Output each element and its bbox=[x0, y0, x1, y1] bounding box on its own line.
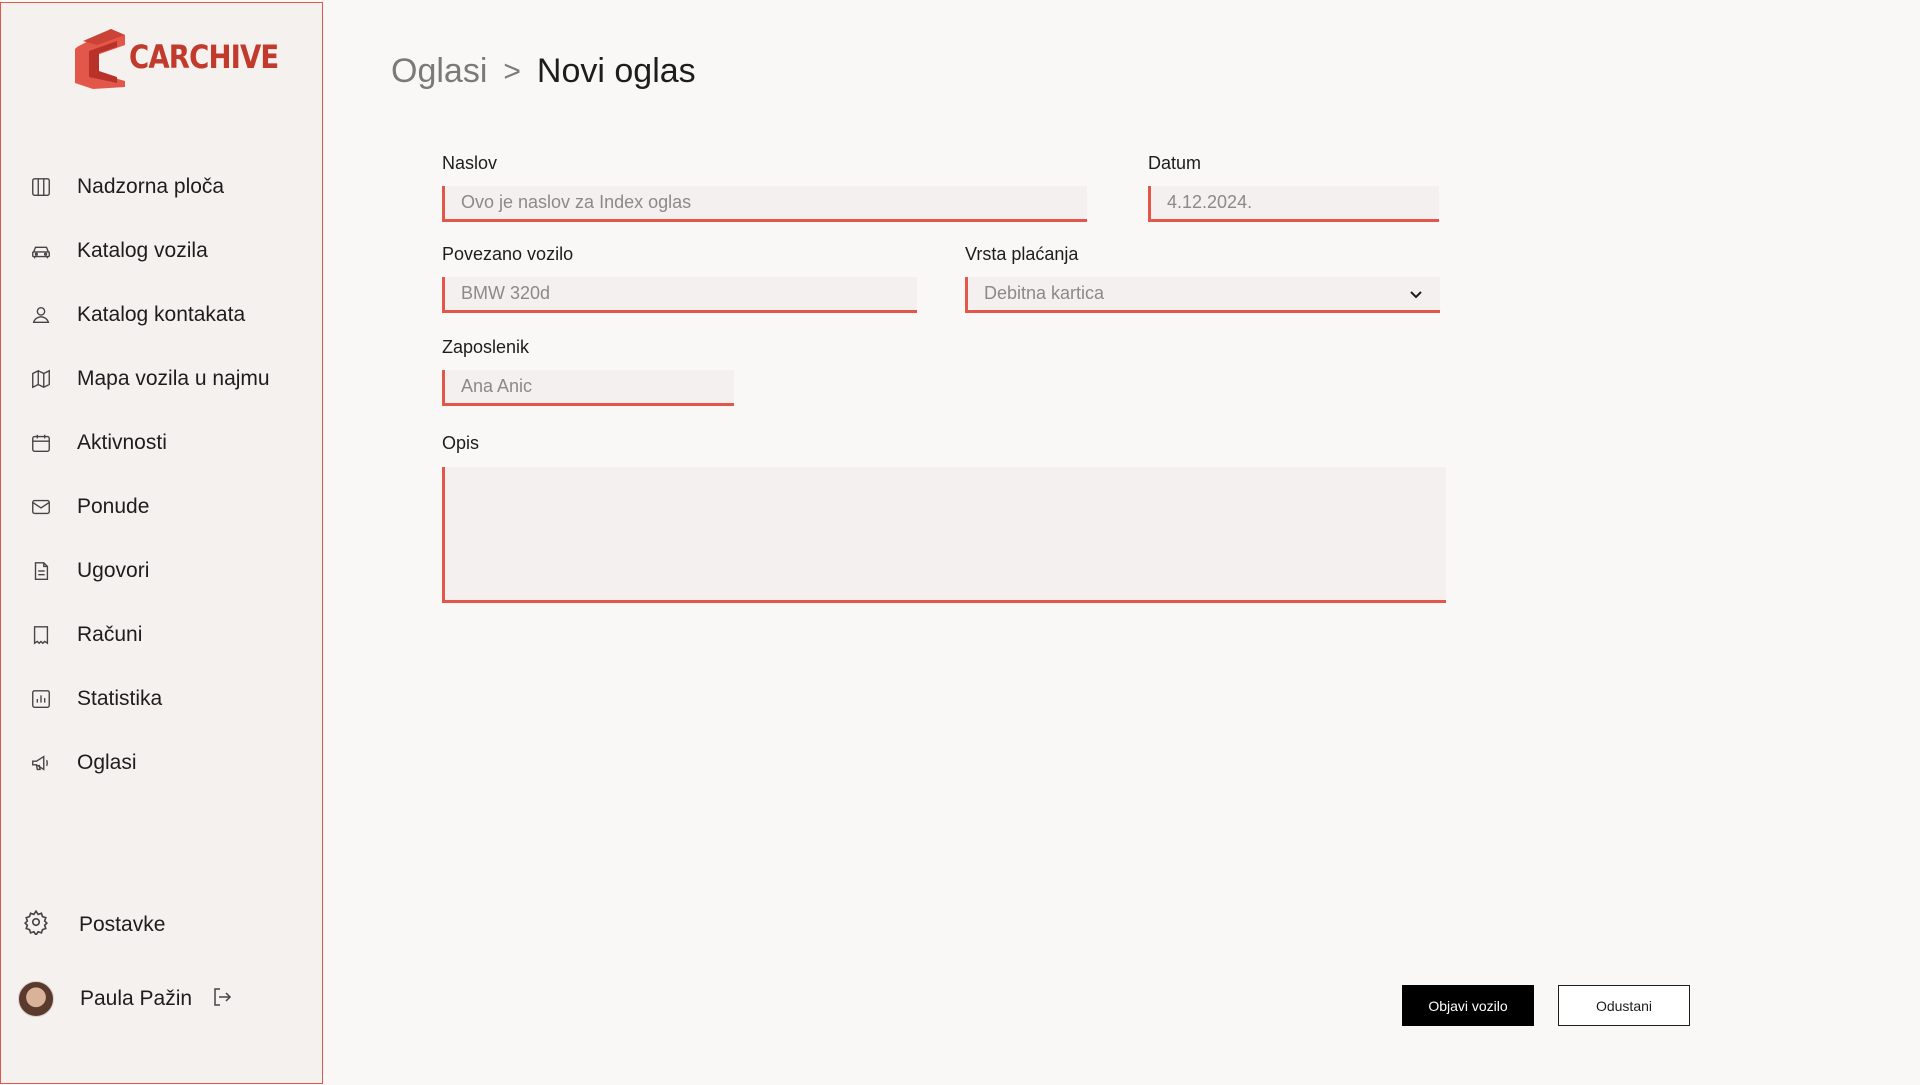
sidebar-item-label: Aktivnosti bbox=[77, 431, 167, 454]
sidebar-item-label: Katalog kontakata bbox=[77, 303, 246, 326]
receipt-icon bbox=[29, 623, 53, 647]
breadcrumb-separator: > bbox=[503, 54, 521, 88]
sidebar-item-label: Nadzorna ploča bbox=[77, 175, 225, 198]
payment-select[interactable]: Debitna kartica bbox=[965, 277, 1440, 313]
chevron-down-icon bbox=[1408, 286, 1424, 307]
sidebar-item-label: Katalog vozila bbox=[77, 239, 208, 262]
megaphone-icon bbox=[29, 751, 53, 775]
carchive-logo-icon bbox=[75, 29, 125, 89]
sidebar-nav: Nadzorna ploča Katalog vozila Katalog ko… bbox=[1, 155, 322, 795]
avatar[interactable] bbox=[18, 981, 54, 1017]
map-icon bbox=[29, 367, 53, 391]
sidebar-item-ugovori[interactable]: Ugovori bbox=[1, 539, 322, 603]
document-icon bbox=[29, 559, 53, 583]
page-title: Novi oglas bbox=[536, 52, 696, 90]
date-input[interactable] bbox=[1167, 186, 1439, 219]
employee-input[interactable] bbox=[461, 370, 734, 403]
payment-selected-value: Debitna kartica bbox=[984, 283, 1105, 303]
sidebar-item-aktivnosti[interactable]: Aktivnosti bbox=[1, 411, 322, 475]
chart-icon bbox=[29, 687, 53, 711]
title-label: Naslov bbox=[442, 153, 498, 173]
sidebar-item-ponude[interactable]: Ponude bbox=[1, 475, 322, 539]
description-textarea[interactable] bbox=[445, 467, 1446, 600]
dashboard-icon bbox=[29, 175, 53, 199]
user-name: Paula Pažin bbox=[80, 987, 193, 1010]
logout-icon[interactable] bbox=[210, 985, 234, 1014]
app: CARCHIVE Nadzorna ploča Katalog vozila K… bbox=[0, 0, 1920, 1085]
sidebar-item-mapa-vozila[interactable]: Mapa vozila u najmu bbox=[1, 347, 322, 411]
logo[interactable]: CARCHIVE bbox=[71, 25, 303, 89]
sidebar-item-label: Oglasi bbox=[77, 751, 137, 774]
sidebar-item-label: Postavke bbox=[79, 912, 166, 936]
vehicle-field-wrapper bbox=[442, 277, 917, 313]
calendar-icon bbox=[29, 431, 53, 455]
sidebar-item-statistika[interactable]: Statistika bbox=[1, 667, 322, 731]
employee-field-wrapper bbox=[442, 370, 734, 406]
mail-icon bbox=[29, 495, 53, 519]
sidebar-item-label: Statistika bbox=[77, 687, 163, 710]
logo-text: CARCHIVE bbox=[129, 38, 279, 76]
sidebar-item-label: Mapa vozila u najmu bbox=[77, 367, 270, 390]
user-profile: Paula Pažin bbox=[18, 981, 234, 1017]
description-field-wrapper bbox=[442, 467, 1446, 603]
car-icon bbox=[29, 239, 53, 263]
vehicle-label: Povezano vozilo bbox=[442, 244, 574, 264]
sidebar-item-postavke[interactable]: Postavke bbox=[23, 909, 165, 940]
description-label: Opis bbox=[442, 433, 480, 453]
sidebar-item-oglasi[interactable]: Oglasi bbox=[1, 731, 322, 795]
title-input[interactable] bbox=[461, 186, 1087, 219]
date-field-wrapper bbox=[1148, 186, 1439, 222]
sidebar-item-nadzorna-ploca[interactable]: Nadzorna ploča bbox=[1, 155, 322, 219]
breadcrumb-parent-link[interactable]: Oglasi bbox=[391, 52, 487, 91]
cancel-button[interactable]: Odustani bbox=[1558, 985, 1690, 1026]
sidebar-item-label: Računi bbox=[77, 623, 143, 646]
publish-vehicle-button[interactable]: Objavi vozilo bbox=[1402, 985, 1534, 1026]
breadcrumb: Oglasi > Novi oglas bbox=[391, 52, 696, 91]
vehicle-input[interactable] bbox=[461, 277, 917, 310]
gear-icon bbox=[23, 909, 49, 940]
title-field-wrapper bbox=[442, 186, 1087, 222]
sidebar-item-katalog-vozila[interactable]: Katalog vozila bbox=[1, 219, 322, 283]
user-icon bbox=[29, 303, 53, 327]
sidebar: CARCHIVE Nadzorna ploča Katalog vozila K… bbox=[0, 2, 323, 1084]
payment-label: Vrsta plaćanja bbox=[965, 244, 1079, 264]
sidebar-item-katalog-kontakata[interactable]: Katalog kontakata bbox=[1, 283, 322, 347]
sidebar-item-label: Ponude bbox=[77, 495, 150, 518]
date-label: Datum bbox=[1148, 153, 1202, 173]
employee-label: Zaposlenik bbox=[442, 337, 530, 357]
sidebar-item-racuni[interactable]: Računi bbox=[1, 603, 322, 667]
sidebar-item-label: Ugovori bbox=[77, 559, 150, 582]
